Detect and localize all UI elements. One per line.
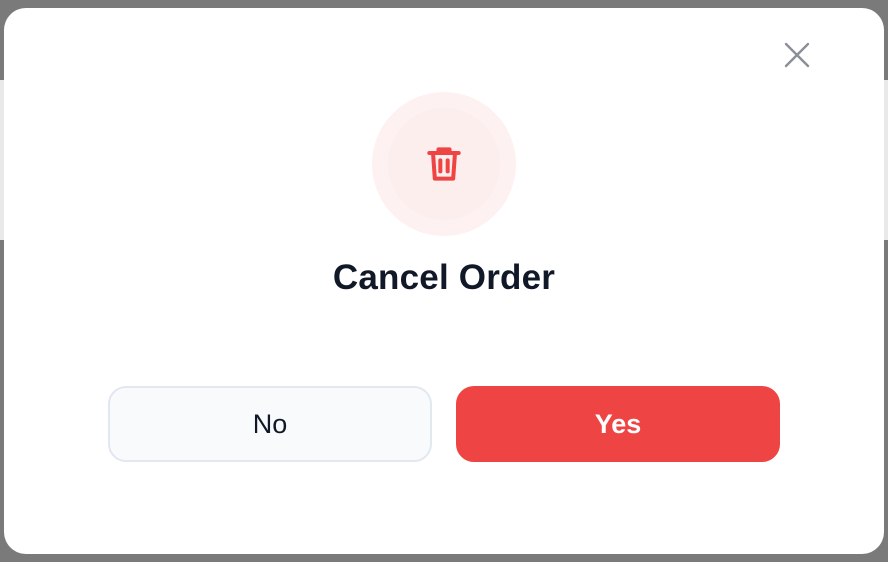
cancel-order-dialog: Cancel Order No Yes: [4, 8, 884, 554]
close-button[interactable]: [782, 40, 812, 70]
trash-icon-badge: [372, 92, 516, 236]
no-button[interactable]: No: [108, 386, 432, 462]
no-button-label: No: [252, 408, 288, 439]
trash-icon: [427, 147, 461, 181]
yes-button-label: Yes: [594, 408, 642, 439]
close-icon: [784, 42, 810, 68]
yes-button[interactable]: Yes: [456, 386, 780, 462]
dialog-title: Cancel Order: [332, 258, 556, 297]
